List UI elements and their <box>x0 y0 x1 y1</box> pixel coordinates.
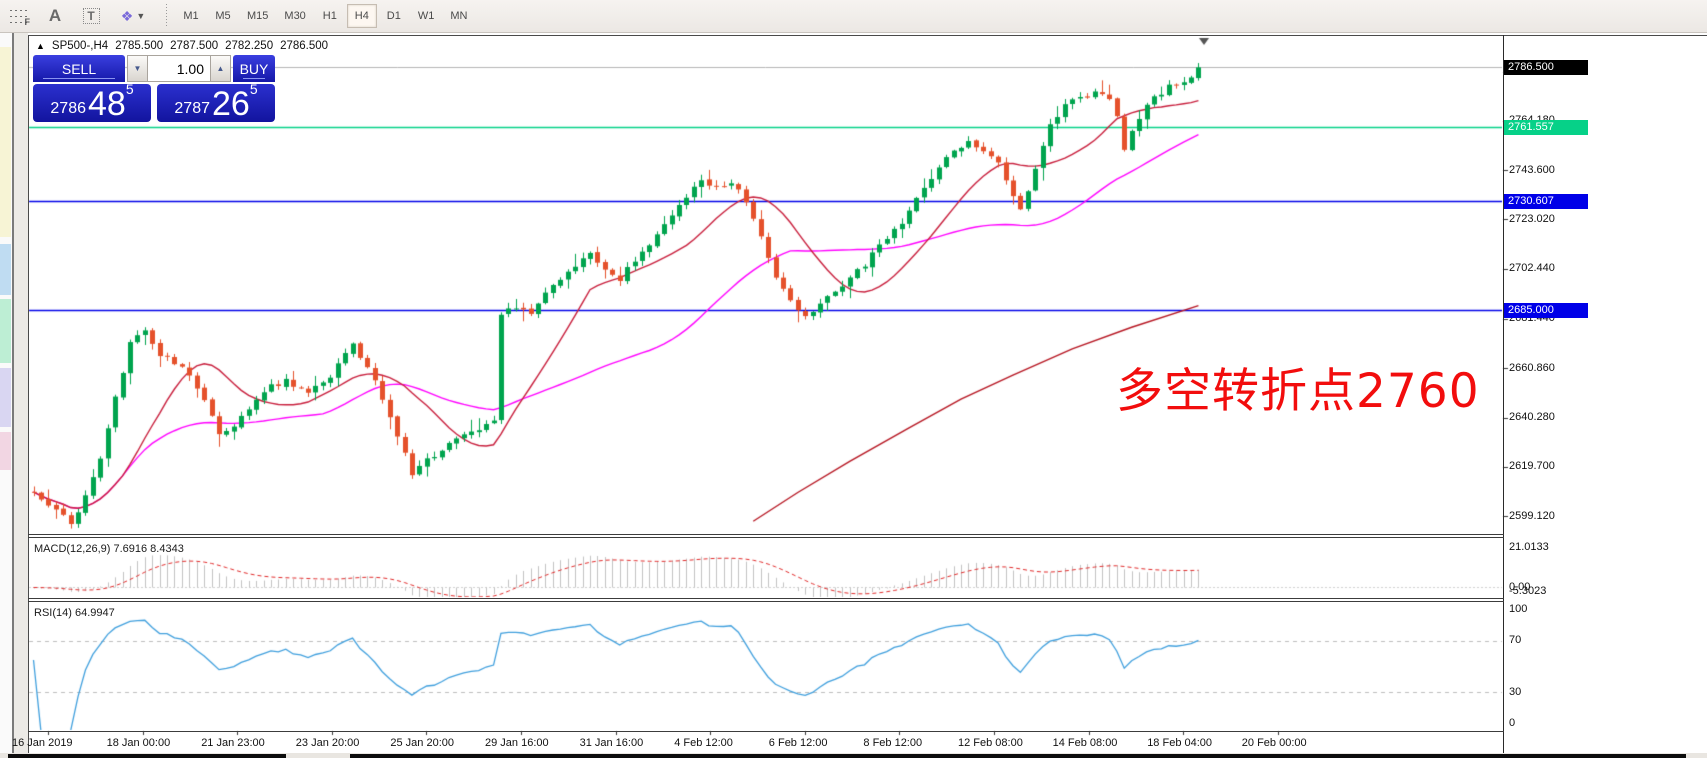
sell-underline <box>43 78 115 79</box>
ohlc-low: 2782.250 <box>225 40 273 52</box>
time-axis-label: 16 Jan 2019 <box>12 737 73 749</box>
buy-button[interactable]: BUY <box>233 55 275 82</box>
toolbar-separator <box>164 4 169 28</box>
buy-price-sup: 5 <box>250 82 258 96</box>
time-axis-label: 25 Jan 20:00 <box>390 737 454 749</box>
price-level-badge: 2685.000 <box>1504 303 1588 318</box>
pane-border <box>28 731 1504 732</box>
time-axis-label: 29 Jan 16:00 <box>485 737 549 749</box>
ohlc-open: 2785.500 <box>115 40 163 52</box>
sell-price-small: 2786 <box>50 101 86 119</box>
collapse-panel-icon[interactable]: ▲ <box>36 41 45 51</box>
sell-price-big: 48 <box>88 91 126 119</box>
price-axis-line <box>1503 35 1504 753</box>
timeframe-button-mn[interactable]: MN <box>443 4 474 28</box>
buy-button-label: BUY <box>240 61 269 77</box>
price-level-badge: 2761.557 <box>1504 120 1588 135</box>
timeframe-button-h4[interactable]: H4 <box>347 4 377 28</box>
annotation-text: 多空转折点2760 <box>1116 352 1480 421</box>
bottom-strip <box>0 753 1707 758</box>
timeframe-button-m30[interactable]: M30 <box>277 4 312 28</box>
symbol-title: SP500-,H4 <box>52 40 108 52</box>
rsi-axis-label: 100 <box>1509 603 1527 615</box>
volume-input[interactable] <box>148 55 210 82</box>
buy-underline <box>243 78 265 79</box>
time-axis-label: 20 Feb 00:00 <box>1242 737 1307 749</box>
price-tick-label: 2743.600 <box>1509 164 1555 176</box>
text-box-icon: T <box>83 8 100 24</box>
price-tick-label: 2723.020 <box>1509 213 1555 225</box>
sell-button-label: SELL <box>62 61 96 77</box>
sell-price-display[interactable]: 2786 48 5 <box>33 84 151 122</box>
pane-splitter-macd[interactable] <box>28 534 1504 538</box>
text-label-icon: A <box>49 6 61 26</box>
timeframe-button-m5[interactable]: M5 <box>208 4 238 28</box>
bottom-scrollbar[interactable] <box>350 754 1686 758</box>
macd-axis-label: -5.3023 <box>1509 585 1546 597</box>
time-axis-label: 18 Jan 00:00 <box>107 737 171 749</box>
price-level-badge: 2730.607 <box>1504 194 1588 209</box>
price-tick-label: 2619.700 <box>1509 460 1555 472</box>
time-axis-label: 4 Feb 12:00 <box>674 737 733 749</box>
one-click-trading-panel: SELL ▼ ▲ BUY 2786 48 5 2787 26 5 <box>33 55 275 122</box>
fibonacci-icon: F <box>10 9 28 23</box>
price-tick-label: 2599.120 <box>1509 510 1555 522</box>
timeframe-button-h1[interactable]: H1 <box>315 4 345 28</box>
rsi-axis-label: 0 <box>1509 717 1515 729</box>
price-tick-label: 2640.280 <box>1509 411 1555 423</box>
fibonacci-tool-button[interactable]: F <box>2 3 36 29</box>
volume-decrease-button[interactable]: ▼ <box>127 55 148 82</box>
timeframe-button-d1[interactable]: D1 <box>379 4 409 28</box>
chevron-down-icon: ▼ <box>134 64 142 73</box>
rsi-axis-label: 30 <box>1509 686 1521 698</box>
timeframe-button-w1[interactable]: W1 <box>411 4 442 28</box>
time-axis-label: 14 Feb 08:00 <box>1053 737 1118 749</box>
time-axis-label: 12 Feb 08:00 <box>958 737 1023 749</box>
shapes-icon: ❖ <box>121 8 134 25</box>
price-tick-label: 2702.440 <box>1509 262 1555 274</box>
volume-increase-button[interactable]: ▲ <box>210 55 231 82</box>
text-box-tool-button[interactable]: T <box>74 3 108 29</box>
shapes-tool-button[interactable]: ❖ ▼ <box>110 3 156 29</box>
chevron-up-icon: ▲ <box>217 64 225 73</box>
chevron-down-icon: ▼ <box>136 11 145 21</box>
time-axis-label: 21 Jan 23:00 <box>201 737 265 749</box>
macd-axis-label: 21.0133 <box>1509 541 1549 553</box>
window-border-top <box>28 35 1707 36</box>
time-axis-label: 18 Feb 04:00 <box>1147 737 1212 749</box>
price-tick-label: 2660.860 <box>1509 362 1555 374</box>
ohlc-high: 2787.500 <box>170 40 218 52</box>
macd-indicator-label: MACD(12,26,9) 7.6916 8.4343 <box>34 543 184 555</box>
time-axis-label: 6 Feb 12:00 <box>769 737 828 749</box>
time-axis-label: 23 Jan 20:00 <box>296 737 360 749</box>
rsi-indicator-label: RSI(14) 64.9947 <box>34 607 115 619</box>
current-price-badge: 2786.500 <box>1504 60 1588 75</box>
time-axis-label: 31 Jan 16:00 <box>580 737 644 749</box>
timeframe-button-m1[interactable]: M1 <box>176 4 206 28</box>
rsi-axis-label: 70 <box>1509 634 1521 646</box>
text-label-tool-button[interactable]: A <box>38 3 72 29</box>
chart-header: ▲ SP500-,H4 2785.500 2787.500 2782.250 2… <box>36 40 328 52</box>
window-border-left <box>28 35 29 753</box>
bottom-scrollbar[interactable] <box>8 754 286 758</box>
time-axis-label: 8 Feb 12:00 <box>863 737 922 749</box>
buy-price-display[interactable]: 2787 26 5 <box>157 84 275 122</box>
toolbar: F A T ❖ ▼ M1 M5 M15 M30 H1 H4 D1 W1 MN <box>0 0 1707 33</box>
ohlc-close: 2786.500 <box>280 40 328 52</box>
buy-price-small: 2787 <box>174 101 210 119</box>
sell-price-sup: 5 <box>126 82 134 96</box>
buy-price-big: 26 <box>212 91 250 119</box>
timeframe-button-m15[interactable]: M15 <box>240 4 275 28</box>
pane-splitter-rsi[interactable] <box>28 598 1504 602</box>
sell-button[interactable]: SELL <box>33 55 125 82</box>
